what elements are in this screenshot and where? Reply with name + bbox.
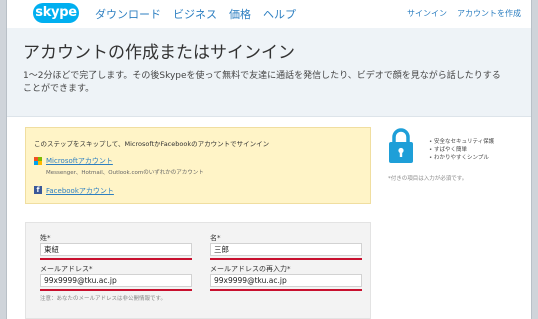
benefit-item: すばやく簡単 <box>429 146 494 154</box>
signin-link[interactable]: サインイン <box>407 8 447 19</box>
page-header: アカウントの作成またはサインイン 1～2分ほどで完了します。その後Skypeを使… <box>7 28 531 117</box>
main-nav: ダウンロード ビジネス 価格 ヘルプ <box>95 6 296 22</box>
benefit-item: 安全なセキュリティ保護 <box>429 138 494 146</box>
social-signin-title: このステップをスキップして、MicrosoftかFacebookのアカウントでサ… <box>34 140 270 148</box>
last-name-highlight <box>40 258 192 260</box>
facebook-icon: f <box>34 186 42 194</box>
email-highlight <box>40 289 192 291</box>
nav-business-link[interactable]: ビジネス <box>173 6 217 22</box>
facebook-account-link[interactable]: Facebookアカウント <box>46 186 114 196</box>
microsoft-account-link[interactable]: Microsoftアカウント <box>46 156 113 166</box>
microsoft-logo-icon <box>34 157 42 165</box>
skype-logo[interactable]: skype <box>33 3 79 23</box>
page-title: アカウントの作成またはサインイン <box>23 43 295 63</box>
registration-form: 姓* 東紐 名* 三郎 メールアドレス* 99x9999@tku.ac.jp メ… <box>25 222 371 319</box>
email-confirm-label: メールアドレスの再入力* <box>210 265 291 273</box>
first-name-label: 名* <box>210 234 221 242</box>
email-privacy-hint: 注意：あなたのメールアドレスは非公開情報です。 <box>40 296 166 302</box>
social-signin-box: このステップをスキップして、MicrosoftかFacebookのアカウントでサ… <box>25 127 371 204</box>
lock-icon <box>389 128 413 163</box>
nav-download-link[interactable]: ダウンロード <box>95 6 161 22</box>
browser-page: skype ダウンロード ビジネス 価格 ヘルプ サインイン アカウントを作成 … <box>6 0 532 319</box>
benefits-list: 安全なセキュリティ保護 すばやく簡単 わかりやすくシンプル <box>429 138 494 162</box>
first-name-input[interactable]: 三郎 <box>210 243 362 256</box>
auth-links: サインイン アカウントを作成 <box>407 8 521 19</box>
top-navigation: skype ダウンロード ビジネス 価格 ヘルプ サインイン アカウントを作成 <box>7 0 531 28</box>
last-name-input[interactable]: 東紐 <box>40 243 192 256</box>
email-confirm-highlight <box>210 289 362 291</box>
email-label: メールアドレス* <box>40 265 93 273</box>
required-fields-note: *付きの項目は入力が必須です。 <box>388 176 468 182</box>
nav-help-link[interactable]: ヘルプ <box>263 6 296 22</box>
email-input[interactable]: 99x9999@tku.ac.jp <box>40 274 192 287</box>
benefit-item: わかりやすくシンプル <box>429 154 494 162</box>
email-confirm-input[interactable]: 99x9999@tku.ac.jp <box>210 274 362 287</box>
microsoft-account-subtitle: Messenger、Hotmail、Outlook.comのいずれかのアカウント <box>46 170 204 176</box>
first-name-highlight <box>210 258 362 260</box>
create-account-link[interactable]: アカウントを作成 <box>457 8 521 19</box>
page-description: 1～2分ほどで完了します。その後Skypeを使って無料で友達に通話を発信したり、… <box>23 71 501 94</box>
last-name-label: 姓* <box>40 234 51 242</box>
nav-pricing-link[interactable]: 価格 <box>229 6 251 22</box>
